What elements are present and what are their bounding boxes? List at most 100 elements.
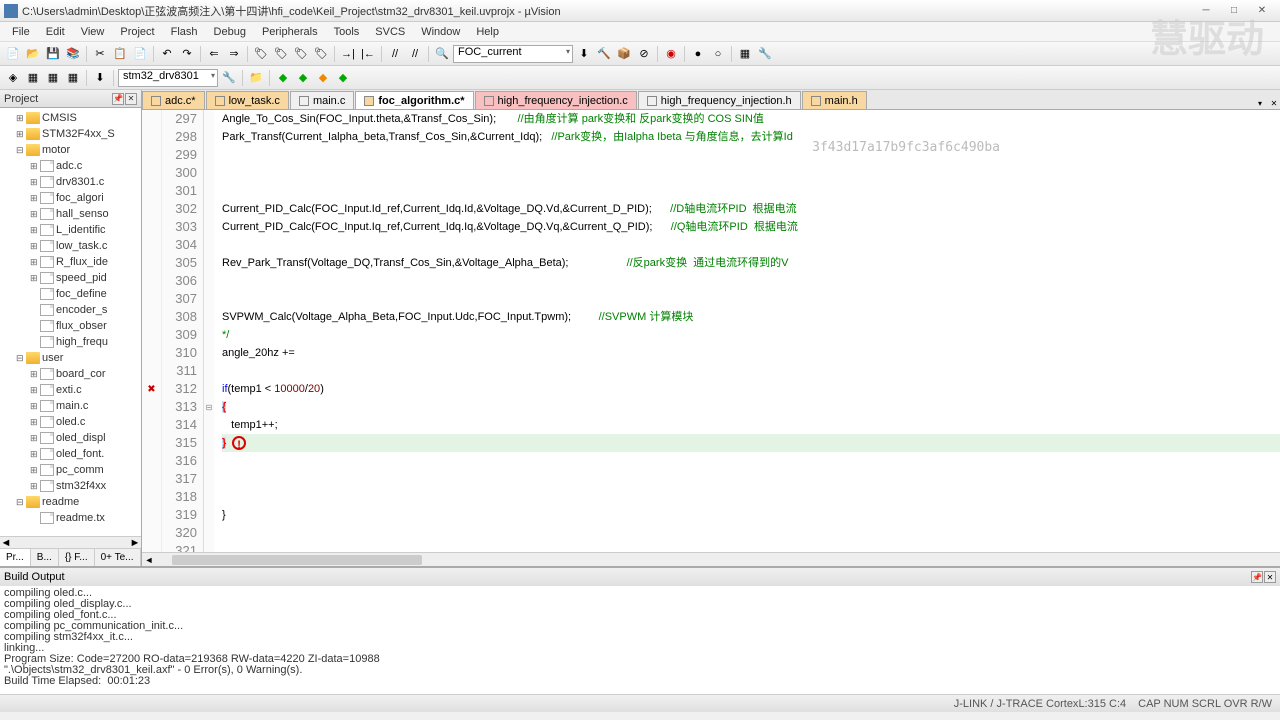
panel-pin-icon[interactable]: 📌 <box>112 93 124 105</box>
tree-scrollbar[interactable]: ◄► <box>0 536 141 548</box>
bookmark-clear-icon[interactable]: 🏷 <box>312 45 330 63</box>
tree-item[interactable]: ⊞oled_font. <box>2 446 139 462</box>
orange-dot-icon[interactable]: ◆ <box>314 69 332 87</box>
file-tab[interactable]: high_frequency_injection.h <box>638 91 801 109</box>
tree-item[interactable]: readme.tx <box>2 510 139 526</box>
tree-item[interactable]: ⊞exti.c <box>2 382 139 398</box>
tree-item[interactable]: ⊞speed_pid <box>2 270 139 286</box>
window-icon[interactable]: ▦ <box>736 45 754 63</box>
project-tab[interactable]: {} F... <box>59 549 95 566</box>
tree-item[interactable]: ⊞L_identific <box>2 222 139 238</box>
tree-item[interactable]: ⊞stm32f4xx <box>2 478 139 494</box>
tree-item[interactable]: ⊞low_task.c <box>2 238 139 254</box>
tab-close-icon[interactable]: ✕ <box>1268 97 1280 109</box>
paste-icon[interactable]: 📄 <box>131 45 149 63</box>
cut-icon[interactable]: ✂ <box>91 45 109 63</box>
disable-bp-icon[interactable]: ○ <box>709 45 727 63</box>
copy-icon[interactable]: 📋 <box>111 45 129 63</box>
project-tab[interactable]: 0+ Te... <box>95 549 141 566</box>
tree-item[interactable]: ⊞STM32F4xx_S <box>2 126 139 142</box>
build-output[interactable]: compiling oled.c...compiling oled_displa… <box>0 586 1280 694</box>
batch-icon[interactable]: 📦 <box>615 45 633 63</box>
menu-peripherals[interactable]: Peripherals <box>254 24 326 40</box>
redo-icon[interactable]: ↷ <box>178 45 196 63</box>
project-combo[interactable]: stm32_drv8301 <box>118 69 218 87</box>
tree-item[interactable]: ⊞adc.c <box>2 158 139 174</box>
nav-fwd-icon[interactable]: ⇒ <box>225 45 243 63</box>
breakpoint-icon[interactable]: ● <box>689 45 707 63</box>
menu-window[interactable]: Window <box>413 24 468 40</box>
project-tab[interactable]: Pr... <box>0 549 31 566</box>
menu-edit[interactable]: Edit <box>38 24 73 40</box>
panel-close-icon[interactable]: ✕ <box>125 93 137 105</box>
tree-item[interactable]: ⊞board_cor <box>2 366 139 382</box>
translate-icon[interactable]: ◈ <box>4 69 22 87</box>
bookmark-next-icon[interactable]: 🏷 <box>292 45 310 63</box>
code-area[interactable]: ✖ 29729829930030130230330430530630730830… <box>142 110 1280 552</box>
tree-item[interactable]: ⊞oled_displ <box>2 430 139 446</box>
file-tab[interactable]: adc.c* <box>142 91 205 109</box>
find-icon[interactable]: 🔍 <box>433 45 451 63</box>
rebuild2-icon[interactable]: ▦ <box>44 69 62 87</box>
tree-item[interactable]: ⊟user <box>2 350 139 366</box>
tree-item[interactable]: ⊟readme <box>2 494 139 510</box>
tree-item[interactable]: ⊞drv8301.c <box>2 174 139 190</box>
nav-back-icon[interactable]: ⇐ <box>205 45 223 63</box>
tree-item[interactable]: ⊞main.c <box>2 398 139 414</box>
tree-item[interactable]: high_frequ <box>2 334 139 350</box>
tree-item[interactable]: ⊞foc_algori <box>2 190 139 206</box>
build-pin-icon[interactable]: 📌 <box>1251 571 1263 583</box>
manage-icon[interactable]: 📁 <box>247 69 265 87</box>
bookmark-icon[interactable]: 🏷 <box>252 45 270 63</box>
build-close-icon[interactable]: ✕ <box>1264 571 1276 583</box>
stop-icon[interactable]: ⊘ <box>635 45 653 63</box>
menu-flash[interactable]: Flash <box>163 24 206 40</box>
debug-icon[interactable]: ◉ <box>662 45 680 63</box>
save-icon[interactable]: 💾 <box>44 45 62 63</box>
menu-tools[interactable]: Tools <box>326 24 368 40</box>
file-tab[interactable]: main.h <box>802 91 867 109</box>
config-icon[interactable]: 🔧 <box>756 45 774 63</box>
comment-icon[interactable]: // <box>386 45 404 63</box>
menu-help[interactable]: Help <box>468 24 507 40</box>
menu-file[interactable]: File <box>4 24 38 40</box>
green-dot-icon[interactable]: ◆ <box>274 69 292 87</box>
project-tree[interactable]: ⊞CMSIS⊞STM32F4xx_S⊟motor⊞adc.c⊞drv8301.c… <box>0 108 141 536</box>
file-tab[interactable]: foc_algorithm.c* <box>355 91 473 109</box>
batch2-icon[interactable]: ▦ <box>64 69 82 87</box>
fold-column[interactable]: ⊟ <box>204 110 214 552</box>
build2-icon[interactable]: ▦ <box>24 69 42 87</box>
code-content[interactable]: Angle_To_Cos_Sin(FOC_Input.theta,&Transf… <box>214 110 1280 552</box>
tree-item[interactable]: encoder_s <box>2 302 139 318</box>
menu-view[interactable]: View <box>73 24 113 40</box>
tree-item[interactable]: ⊞CMSIS <box>2 110 139 126</box>
undo-icon[interactable]: ↶ <box>158 45 176 63</box>
open-icon[interactable]: 📂 <box>24 45 42 63</box>
outdent-icon[interactable]: |← <box>359 45 377 63</box>
saveall-icon[interactable]: 📚 <box>64 45 82 63</box>
download-icon[interactable]: ⬇ <box>91 69 109 87</box>
close-button[interactable]: ✕ <box>1248 2 1276 20</box>
indent-icon[interactable]: →| <box>339 45 357 63</box>
menu-svcs[interactable]: SVCS <box>367 24 413 40</box>
options-icon[interactable]: 🔧 <box>220 69 238 87</box>
horizontal-scrollbar[interactable]: ◄ <box>142 552 1280 566</box>
green-dot3-icon[interactable]: ◆ <box>334 69 352 87</box>
file-tab[interactable]: main.c <box>290 91 354 109</box>
tab-dropdown-icon[interactable]: ▾ <box>1254 97 1266 109</box>
file-tab[interactable]: low_task.c <box>206 91 289 109</box>
bookmark-prev-icon[interactable]: 🏷 <box>272 45 290 63</box>
new-icon[interactable]: 📄 <box>4 45 22 63</box>
uncomment-icon[interactable]: // <box>406 45 424 63</box>
tree-item[interactable]: ⊞oled.c <box>2 414 139 430</box>
green-dot2-icon[interactable]: ◆ <box>294 69 312 87</box>
target-combo[interactable]: FOC_current <box>453 45 573 63</box>
tree-item[interactable]: ⊞pc_comm <box>2 462 139 478</box>
tree-item[interactable]: ⊞R_flux_ide <box>2 254 139 270</box>
maximize-button[interactable]: □ <box>1220 2 1248 20</box>
build-icon[interactable]: ⬇ <box>575 45 593 63</box>
file-tab[interactable]: high_frequency_injection.c <box>475 91 637 109</box>
minimize-button[interactable]: ─ <box>1192 2 1220 20</box>
tree-item[interactable]: flux_obser <box>2 318 139 334</box>
rebuild-icon[interactable]: 🔨 <box>595 45 613 63</box>
